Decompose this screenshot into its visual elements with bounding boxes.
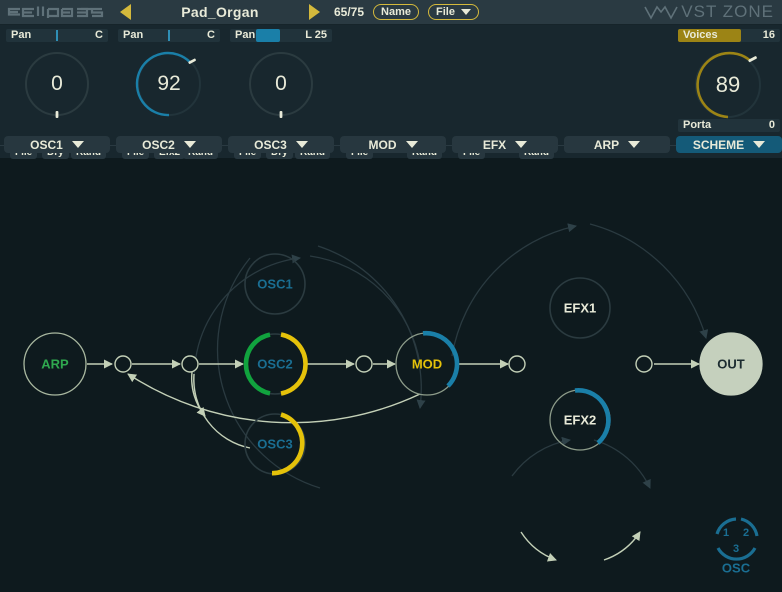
junction-4[interactable] <box>508 355 526 373</box>
next-preset-button[interactable] <box>309 4 320 20</box>
porta-value: 0 <box>768 119 775 131</box>
chevron-down-icon <box>753 141 766 148</box>
dropdown-mod-label: MOD <box>368 137 397 152</box>
dropdown-osc1[interactable]: OSC1 <box>4 136 110 153</box>
dropdown-mod[interactable]: MOD <box>340 136 446 153</box>
dropdown-arp[interactable]: ARP <box>564 136 670 153</box>
osc-indicator-1: 1 <box>723 527 729 539</box>
osc-indicator-3: 3 <box>733 543 739 555</box>
osc2-knob[interactable]: 92 <box>132 47 206 121</box>
node-efx1-label: EFX1 <box>564 301 597 316</box>
voices-knob[interactable]: 89 <box>688 45 768 125</box>
node-osc3-label: OSC3 <box>257 437 292 452</box>
voices-label: Voices <box>683 29 718 41</box>
osc1-pan-value: C <box>95 29 103 41</box>
file-menu-button[interactable]: File <box>428 4 479 20</box>
node-efx2-label: EFX2 <box>564 413 597 428</box>
dropdown-efx[interactable]: EFX <box>452 136 558 153</box>
junction-2[interactable] <box>181 355 199 373</box>
chevron-down-icon <box>183 141 196 148</box>
osc2-knob-value: 92 <box>157 72 181 95</box>
osc3-knob[interactable]: 0 <box>244 47 318 121</box>
node-mod-label: MOD <box>412 357 442 372</box>
voices-value: 16 <box>762 29 775 41</box>
osc-indicator-label: OSC <box>722 561 751 576</box>
osc3-pan-value: L 25 <box>305 29 327 41</box>
osc2-pan-bar[interactable]: Pan C <box>118 29 220 42</box>
junction-3[interactable] <box>355 355 373 373</box>
osc1-knob-value: 0 <box>51 72 63 95</box>
dropdown-efx-label: EFX <box>482 137 507 152</box>
chevron-down-icon <box>405 141 418 148</box>
file-menu-label: File <box>436 6 455 18</box>
node-osc2[interactable]: OSC2 <box>243 332 308 396</box>
dropdown-osc1-label: OSC1 <box>30 137 63 152</box>
porta-bar[interactable]: Porta 0 <box>678 119 780 132</box>
osc-indicator[interactable]: 1 2 3 OSC <box>715 517 759 576</box>
osc2-pan-value: C <box>207 29 215 41</box>
node-efx2[interactable]: EFX2 <box>549 388 611 451</box>
dropdown-osc3-label: OSC3 <box>254 137 287 152</box>
node-out[interactable]: OUT <box>699 332 763 396</box>
dropdown-scheme[interactable]: SCHEME <box>676 136 782 153</box>
node-osc2-label: OSC2 <box>257 357 292 372</box>
dropdown-arp-label: ARP <box>593 137 620 152</box>
porta-label: Porta <box>683 119 712 131</box>
osc1-knob[interactable]: 0 <box>20 47 94 121</box>
voices-bar[interactable]: Voices 16 <box>678 29 780 42</box>
dropdown-osc2[interactable]: OSC2 <box>116 136 222 153</box>
node-arp[interactable]: ARP <box>23 332 87 396</box>
chevron-down-icon <box>515 141 528 148</box>
preset-index: 65/75 <box>334 5 365 19</box>
osc1-pan-bar[interactable]: Pan C <box>6 29 108 42</box>
node-mod[interactable]: MOD <box>395 330 460 396</box>
osc3-pan-bar[interactable]: Pan L 25 <box>230 29 332 42</box>
routing-graph[interactable]: ARP OSC1 OSC2 OSC3 MOD EFX1 EFX2 OUT 1 2… <box>0 158 782 592</box>
vst-zone-brand: VST ZONE <box>644 2 774 22</box>
osc2-pan-label: Pan <box>123 29 144 41</box>
name-button-label: Name <box>381 6 411 18</box>
graph-links <box>87 359 700 562</box>
chevron-down-icon <box>628 141 641 148</box>
eclipsis-logo <box>6 4 114 20</box>
junction-5[interactable] <box>635 355 653 373</box>
chevron-down-icon <box>295 141 308 148</box>
node-arp-label: ARP <box>41 357 69 372</box>
dropdown-osc3[interactable]: OSC3 <box>228 136 334 153</box>
osc3-knob-value: 0 <box>275 72 287 95</box>
wave-icon <box>644 5 678 20</box>
osc1-pan-label: Pan <box>11 29 32 41</box>
node-efx1[interactable]: EFX1 <box>549 277 611 339</box>
osc-indicator-2: 2 <box>743 527 749 539</box>
chevron-down-icon <box>71 141 84 148</box>
prev-preset-button[interactable] <box>120 4 131 20</box>
module-selector-row: OSC1 OSC2 OSC3 MOD EFX ARP SCHEME <box>0 136 782 156</box>
dropdown-scheme-label: SCHEME <box>692 137 745 152</box>
node-out-label: OUT <box>717 357 745 372</box>
title-bar: Pad_Organ 65/75 Name File VST ZONE <box>0 0 782 25</box>
node-osc1[interactable]: OSC1 <box>244 253 306 315</box>
chevron-down-icon <box>460 9 471 15</box>
name-button[interactable]: Name <box>373 4 419 20</box>
node-osc1-label: OSC1 <box>257 277 292 292</box>
junction-1[interactable] <box>114 355 132 373</box>
osc3-pan-label: Pan <box>235 29 256 41</box>
brand-label: VST ZONE <box>681 2 774 21</box>
preset-name: Pad_Organ <box>181 4 259 20</box>
dropdown-osc2-label: OSC2 <box>142 137 175 152</box>
voices-knob-value: 89 <box>715 72 741 97</box>
